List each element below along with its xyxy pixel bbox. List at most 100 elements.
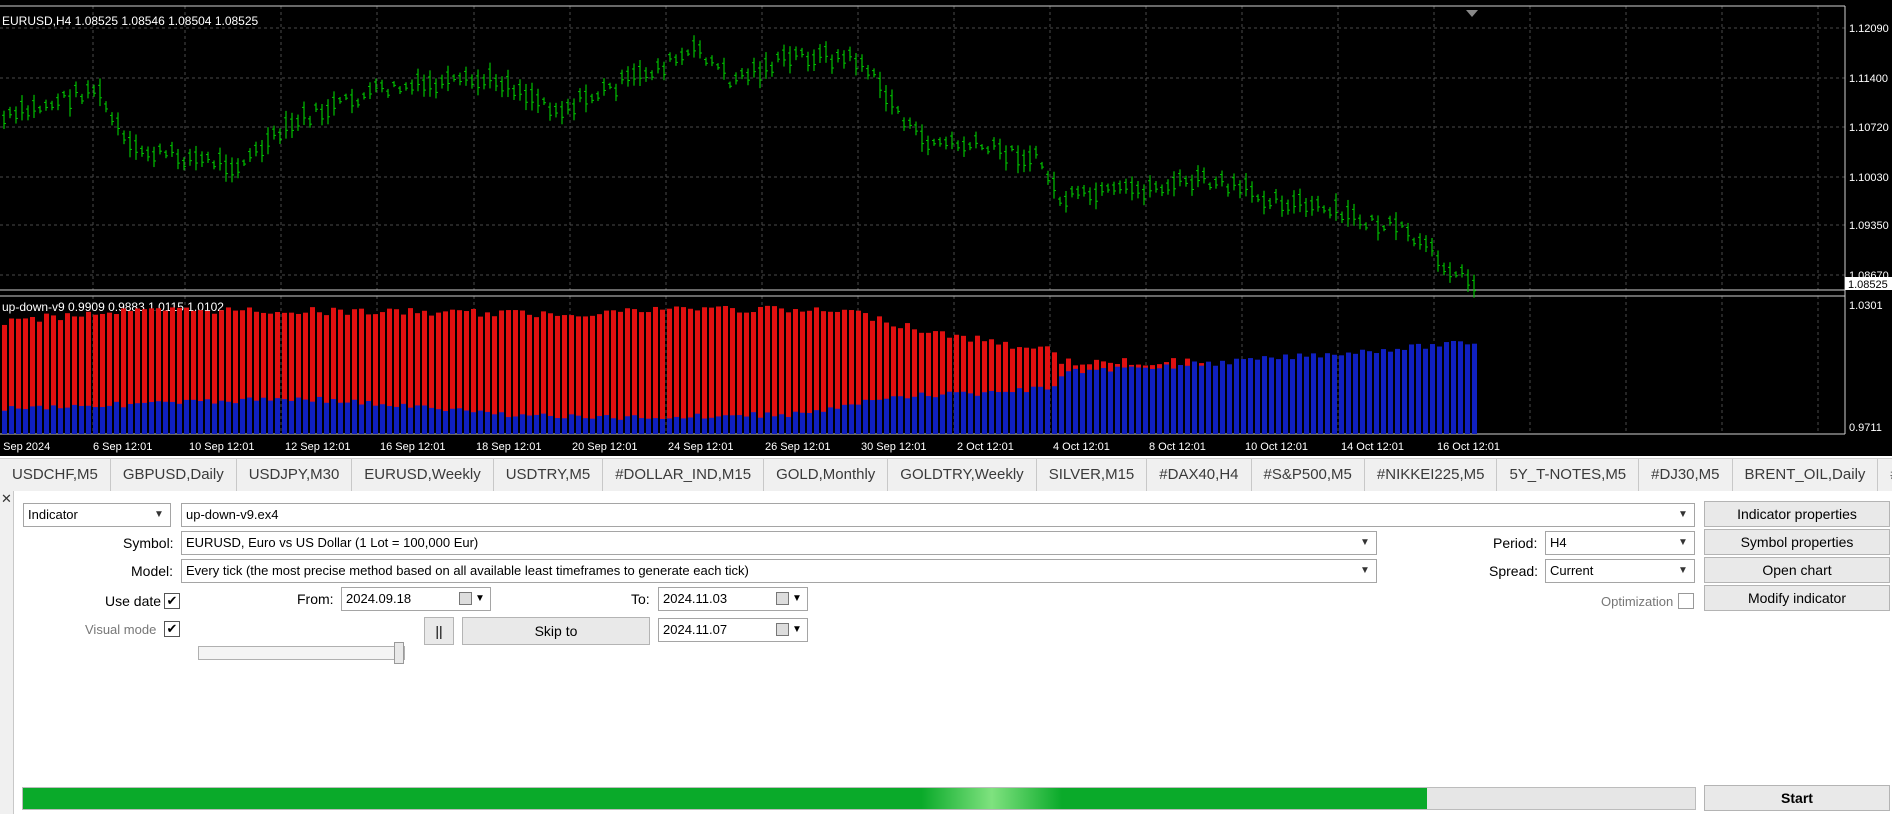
- histogram-bull-bar: [93, 407, 98, 434]
- chart-tab[interactable]: #DOLLAR_IND,M15: [603, 459, 765, 491]
- histogram-bull-bar: [632, 415, 637, 434]
- skip-to-button[interactable]: Skip to: [462, 617, 650, 645]
- chart-tab[interactable]: #IBM,: [1878, 459, 1892, 491]
- symbol-select[interactable]: EURUSD, Euro vs US Dollar (1 Lot = 100,0…: [181, 531, 1377, 555]
- chart-tab[interactable]: GOLD,Monthly: [764, 459, 889, 491]
- histogram-bull-bar: [1234, 358, 1239, 434]
- histogram-bull-bar: [310, 401, 315, 434]
- indicator-file-value: up-down-v9.ex4: [186, 507, 279, 522]
- price-chart[interactable]: 1.12090 1.11400 1.10720 1.10030 1.09350 1.086…: [0, 0, 1892, 456]
- model-value: Every tick (the most precise method base…: [186, 563, 749, 578]
- spread-select[interactable]: Current ▼: [1545, 559, 1695, 583]
- slider-thumb[interactable]: [394, 642, 404, 664]
- to-label: To:: [631, 591, 650, 607]
- chart-tab[interactable]: USDTRY,M5: [494, 459, 604, 491]
- chart-tab[interactable]: #DAX40,H4: [1147, 459, 1252, 491]
- visual-mode-checkbox[interactable]: ✔: [164, 621, 180, 637]
- pause-button[interactable]: ||: [424, 617, 454, 645]
- histogram-bull-bar: [1276, 359, 1281, 434]
- chart-tab[interactable]: #NIKKEI225,M5: [1365, 459, 1498, 491]
- histogram-bull-bar: [583, 418, 588, 434]
- time-label: 4 Sep 2024: [0, 441, 50, 453]
- optimization-label: Optimization: [1601, 594, 1674, 609]
- histogram-bull-bar: [1024, 392, 1029, 434]
- histogram-bull-bar: [1318, 357, 1323, 434]
- chart-tab[interactable]: USDCHF,M5: [0, 459, 111, 491]
- histogram-bull-bar: [1087, 369, 1092, 434]
- histogram-bull-bar: [1353, 353, 1358, 434]
- chart-tab[interactable]: SILVER,M15: [1037, 459, 1148, 491]
- histogram-bull-bar: [996, 392, 1001, 434]
- histogram-bull-bar: [359, 404, 364, 434]
- from-date-value: 2024.09.18: [346, 591, 412, 606]
- indicator-file-select[interactable]: up-down-v9.ex4 ▼: [181, 503, 1695, 527]
- histogram-bull-bar: [1143, 367, 1148, 434]
- indicator-name-line: up-down-v9 0.9909 0.9883 1.0115 1.0102: [2, 300, 224, 314]
- open-chart-button[interactable]: Open chart: [1704, 557, 1890, 583]
- histogram-bull-bar: [1262, 356, 1267, 434]
- time-label: 10 Sep 12:01: [189, 441, 254, 453]
- to-date-picker[interactable]: 2024.11.03 ▼: [658, 587, 808, 611]
- histogram-bull-bar: [156, 401, 161, 434]
- histogram-bull-bar: [1472, 343, 1477, 434]
- histogram-bull-bar: [1297, 353, 1302, 434]
- histogram-bull-bar: [1409, 344, 1414, 434]
- spread-label: Spread:: [1489, 563, 1539, 579]
- from-label: From:: [297, 591, 334, 607]
- histogram-bull-bar: [170, 401, 175, 434]
- from-date-picker[interactable]: 2024.09.18 ▼: [341, 587, 491, 611]
- period-select[interactable]: H4 ▼: [1545, 531, 1695, 555]
- close-icon[interactable]: ✕: [1, 491, 12, 507]
- histogram-bull-bar: [1451, 340, 1456, 434]
- chart-tab[interactable]: #S&P500,M5: [1252, 459, 1365, 491]
- histogram-bull-bar: [1437, 346, 1442, 434]
- histogram-bull-bar: [464, 410, 469, 434]
- chart-tab[interactable]: EURUSD,Weekly: [352, 459, 494, 491]
- histogram-bull-bar: [478, 410, 483, 434]
- histogram-bull-bar: [121, 407, 126, 434]
- chart-tab[interactable]: USDJPY,M30: [237, 459, 353, 491]
- chart-shift-marker: [1466, 10, 1478, 17]
- histogram-bull-bar: [597, 415, 602, 434]
- histogram-bull-bar: [779, 414, 784, 434]
- chart-tab[interactable]: BRENT_OIL,Daily: [1733, 459, 1879, 491]
- visual-speed-slider[interactable]: [198, 646, 405, 660]
- optimization-checkbox[interactable]: [1678, 593, 1694, 609]
- start-button[interactable]: Start: [1704, 785, 1890, 811]
- time-label: 4 Oct 12:01: [1053, 441, 1110, 453]
- histogram-bull-bar: [226, 401, 231, 434]
- current-price-label: 1.08525: [1848, 279, 1888, 291]
- histogram-bull-bar: [989, 390, 994, 434]
- indicator-properties-button[interactable]: Indicator properties: [1704, 501, 1890, 527]
- histogram-bull-bar: [1290, 359, 1295, 434]
- indicator-tick-label: 1.0301: [1849, 300, 1883, 312]
- indicator-tick-label: 0.9711: [1849, 422, 1882, 434]
- histogram-bull-bar: [30, 406, 35, 434]
- time-label: 16 Sep 12:01: [380, 441, 445, 453]
- use-date-checkbox[interactable]: ✔: [164, 593, 180, 609]
- chart-tab[interactable]: 5Y_T-NOTES,M5: [1497, 459, 1640, 491]
- histogram-bull-bar: [877, 399, 882, 434]
- histogram-bear-bar: [583, 316, 588, 434]
- chart-tab[interactable]: GOLDTRY,Weekly: [888, 459, 1037, 491]
- modify-indicator-button[interactable]: Modify indicator: [1704, 585, 1890, 611]
- histogram-bear-bar: [709, 307, 714, 434]
- chart-canvas[interactable]: 1.120901.114001.107201.100301.093501.086…: [0, 0, 1892, 456]
- histogram-bull-bar: [940, 394, 945, 434]
- histogram-bull-bar: [681, 418, 686, 434]
- price-tick-label: 1.10720: [1849, 122, 1889, 134]
- skip-to-date-picker[interactable]: 2024.11.07 ▼: [658, 618, 808, 642]
- histogram-bull-bar: [870, 400, 875, 434]
- tester-type-value: Indicator: [28, 507, 78, 522]
- symbol-properties-button[interactable]: Symbol properties: [1704, 529, 1890, 555]
- chevron-down-icon: ▼: [1360, 565, 1370, 576]
- chart-tab[interactable]: #DJ30,M5: [1639, 459, 1733, 491]
- histogram-bull-bar: [765, 412, 770, 434]
- tester-type-select[interactable]: Indicator ▼: [23, 503, 171, 527]
- histogram-bull-bar: [548, 415, 553, 434]
- model-select[interactable]: Every tick (the most precise method base…: [181, 559, 1377, 583]
- histogram-bull-bar: [842, 404, 847, 434]
- histogram-bull-bar: [646, 418, 651, 434]
- histogram-bull-bar: [247, 397, 252, 434]
- chart-tab[interactable]: GBPUSD,Daily: [111, 459, 237, 491]
